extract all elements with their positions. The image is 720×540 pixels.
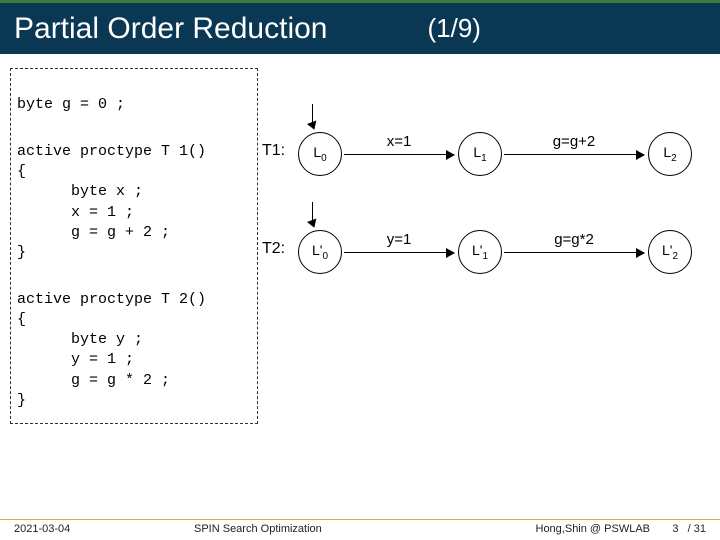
code-line: } <box>17 392 26 409</box>
footer-author: Hong,Shin @ PSWLAB <box>490 523 650 535</box>
footer-page: 3 <box>672 523 678 535</box>
footer: 2021-03-04 SPIN Search Optimization Hong… <box>0 519 720 540</box>
state-node: L'2 <box>648 230 692 274</box>
code-line: byte y ; <box>17 331 143 348</box>
row-label: T1: <box>262 142 285 160</box>
code-line: byte g = 0 ; <box>17 96 125 113</box>
transition-arrow: y=1 <box>344 252 454 253</box>
transition-label: g=g+2 <box>504 133 644 150</box>
code-line: x = 1 ; <box>17 204 134 221</box>
state-node: L'0 <box>298 230 342 274</box>
state-node: L'1 <box>458 230 502 274</box>
transition-arrow: g=g+2 <box>504 154 644 155</box>
diagram-row-t2: T2: L'0 y=1 L'1 g=g*2 L'2 <box>268 220 718 284</box>
code-line: y = 1 ; <box>17 351 134 368</box>
code-line: { <box>17 311 26 328</box>
code-line: byte x ; <box>17 183 143 200</box>
code-line: } <box>17 244 26 261</box>
row-label: T2: <box>262 240 285 258</box>
slide-content: byte g = 0 ; active proctype T 1() { byt… <box>0 54 720 424</box>
slide-counter: (1/9) <box>427 13 480 44</box>
footer-title: SPIN Search Optimization <box>134 523 490 535</box>
transition-label: y=1 <box>344 231 454 248</box>
state-node: L0 <box>298 132 342 176</box>
code-line: { <box>17 163 26 180</box>
title-bar: Partial Order Reduction (1/9) <box>0 0 720 54</box>
code-line: active proctype T 2() <box>17 291 206 308</box>
code-box: byte g = 0 ; active proctype T 1() { byt… <box>10 68 258 424</box>
code-line: g = g + 2 ; <box>17 224 170 241</box>
diagram-row-t1: T1: L0 x=1 L1 g=g+2 L2 <box>268 122 718 186</box>
transition-arrow: g=g*2 <box>504 252 644 253</box>
footer-total: / 31 <box>688 523 706 535</box>
slide-title: Partial Order Reduction <box>14 12 327 46</box>
state-node: L1 <box>458 132 502 176</box>
initial-arrow-icon <box>312 104 332 134</box>
transition-arrow: x=1 <box>344 154 454 155</box>
state-node: L2 <box>648 132 692 176</box>
state-diagram: T1: L0 x=1 L1 g=g+2 L2 T2: L'0 y=1 L'1 g… <box>268 122 718 318</box>
transition-label: x=1 <box>344 133 454 150</box>
footer-date: 2021-03-04 <box>14 523 134 535</box>
initial-arrow-icon <box>312 202 332 232</box>
code-line: g = g * 2 ; <box>17 372 170 389</box>
code-line: active proctype T 1() <box>17 143 206 160</box>
transition-label: g=g*2 <box>504 231 644 248</box>
